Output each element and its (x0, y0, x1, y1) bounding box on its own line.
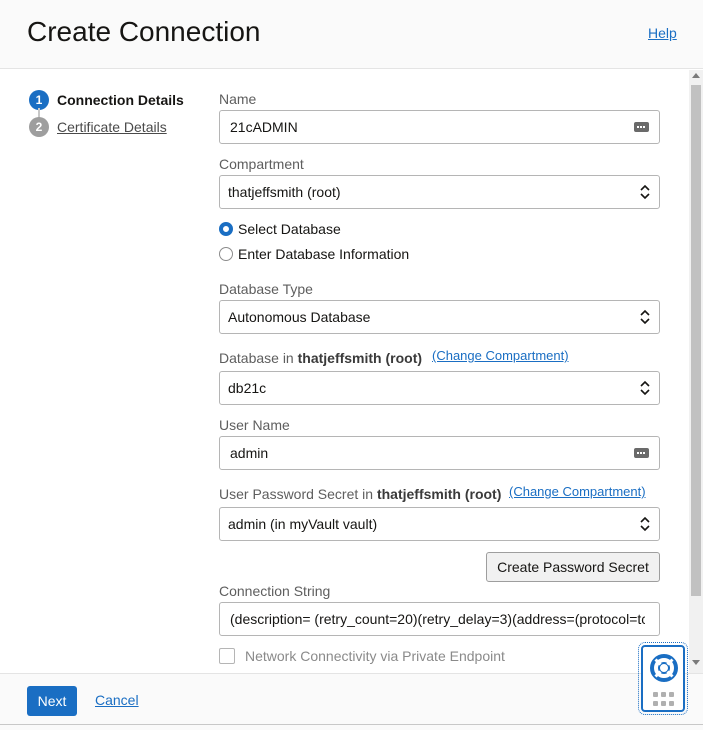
database-label: Database in thatjeffsmith (root) (219, 350, 422, 366)
keyboard-icon (634, 448, 649, 458)
name-value: 21cADMIN (230, 119, 298, 135)
connection-string-value: (description= (retry_count=20)(retry_del… (230, 611, 645, 627)
step-label-connection-details: Connection Details (57, 92, 184, 108)
page-title: Create Connection (27, 16, 261, 47)
step-connection-details: 1 Connection Details (29, 90, 184, 110)
grid-dots-icon[interactable] (653, 692, 675, 706)
chevron-up-down-icon (640, 516, 650, 532)
help-widget[interactable] (638, 642, 688, 715)
chevron-up-down-icon (640, 309, 650, 325)
private-endpoint-checkbox[interactable] (219, 648, 235, 664)
database-value: db21c (228, 380, 267, 396)
name-label: Name (219, 91, 257, 107)
scrollbar-thumb[interactable] (691, 85, 701, 596)
help-link[interactable]: Help (648, 25, 677, 41)
password-secret-label-compartment: thatjeffsmith (root) (376, 486, 502, 502)
password-secret-select[interactable]: admin (in myVault vault) (219, 507, 660, 541)
step-certificate-details[interactable]: 2 Certificate Details (29, 117, 167, 137)
connection-string-input[interactable]: (description= (retry_count=20)(retry_del… (219, 602, 660, 636)
step-number-2: 2 (29, 117, 49, 137)
radio-label-enter-database-info: Enter Database Information (238, 246, 410, 262)
private-endpoint-label: Network Connectivity via Private Endpoin… (245, 648, 505, 664)
radio-select-database[interactable]: Select Database (219, 221, 341, 237)
footer-divider (0, 724, 703, 725)
compartment-value: thatjeffsmith (root) (228, 184, 341, 200)
password-secret-label-prefix: User Password Secret in (219, 486, 377, 502)
keyboard-icon (634, 122, 649, 132)
compartment-select[interactable]: thatjeffsmith (root) (219, 175, 660, 209)
page-header: Create Connection Help (0, 0, 703, 69)
password-secret-change-compartment-link[interactable]: (Change Compartment) (509, 484, 646, 499)
user-name-input[interactable]: admin (219, 436, 660, 470)
password-secret-value: admin (in myVault vault) (228, 516, 378, 532)
scroll-up-arrow-icon[interactable] (692, 73, 700, 78)
chevron-up-down-icon (640, 184, 650, 200)
radio-button-unchecked[interactable] (219, 247, 233, 261)
database-change-compartment-link[interactable]: (Change Compartment) (432, 348, 569, 363)
database-type-select[interactable]: Autonomous Database (219, 300, 660, 334)
page-footer: Next Cancel (0, 673, 703, 730)
database-label-compartment: thatjeffsmith (root) (297, 350, 423, 366)
user-name-value: admin (230, 445, 269, 461)
user-name-label: User Name (219, 417, 290, 433)
radio-button-checked[interactable] (219, 222, 233, 236)
name-input[interactable]: 21cADMIN (219, 110, 660, 144)
scroll-down-arrow-icon[interactable] (692, 660, 700, 665)
connection-string-label: Connection String (219, 583, 331, 599)
compartment-label: Compartment (219, 156, 304, 172)
radio-enter-database-info[interactable]: Enter Database Information (219, 246, 409, 262)
database-type-value: Autonomous Database (228, 309, 371, 325)
vertical-scrollbar[interactable] (689, 70, 703, 673)
step-label-certificate-details[interactable]: Certificate Details (57, 119, 167, 135)
database-type-label: Database Type (219, 281, 313, 297)
cancel-link[interactable]: Cancel (95, 692, 139, 708)
private-endpoint-option[interactable]: Network Connectivity via Private Endpoin… (219, 648, 505, 664)
lifebuoy-icon (650, 654, 678, 682)
next-button[interactable]: Next (27, 686, 77, 716)
radio-label-select-database: Select Database (238, 221, 341, 237)
password-secret-label: User Password Secret in thatjeffsmith (r… (219, 486, 501, 502)
create-password-secret-button[interactable]: Create Password Secret (486, 552, 660, 582)
database-label-prefix: Database in (219, 350, 298, 366)
database-select[interactable]: db21c (219, 371, 660, 405)
step-number-1: 1 (29, 90, 49, 110)
chevron-up-down-icon (640, 380, 650, 396)
